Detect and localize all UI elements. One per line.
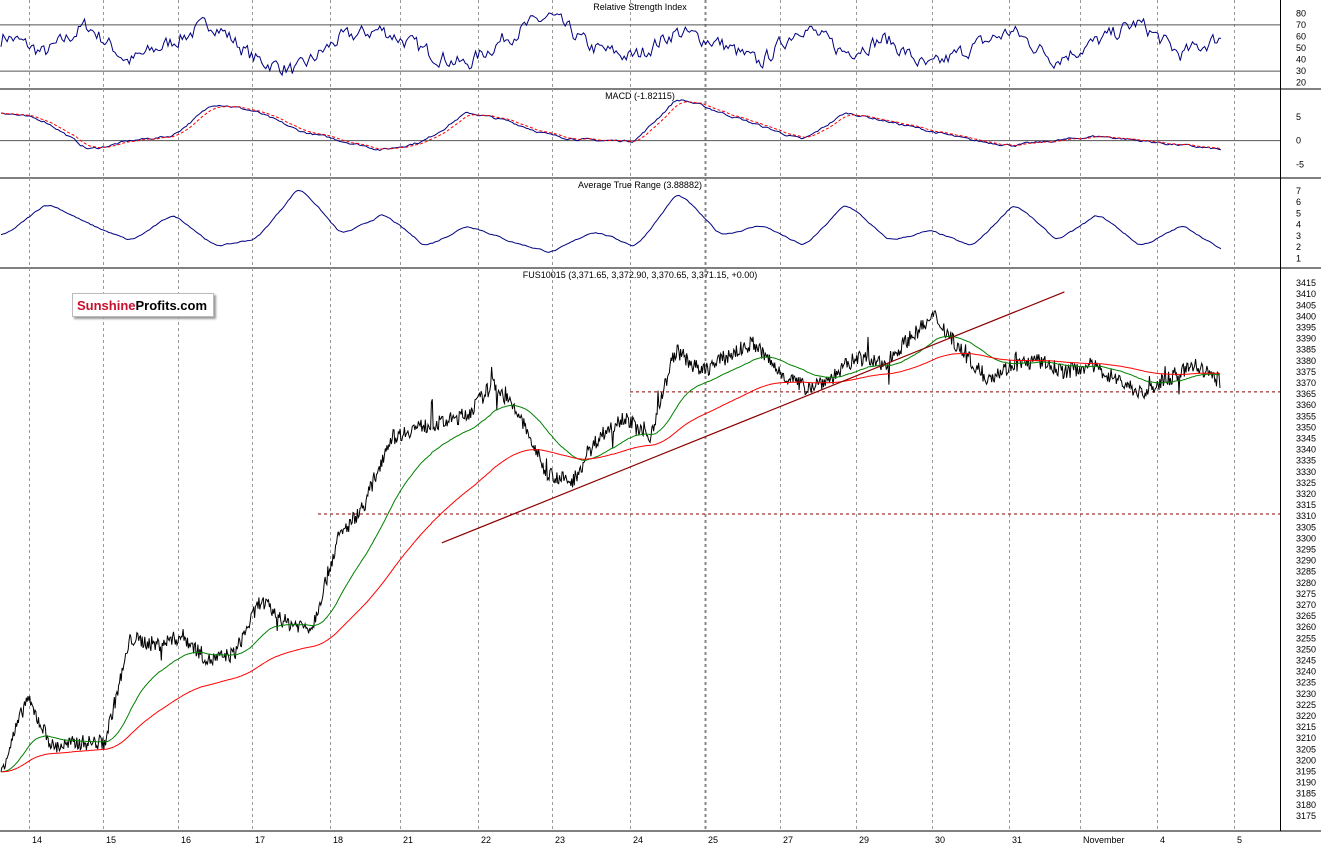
y-tick-label: 3345 — [1296, 434, 1316, 444]
y-tick-label: 50 — [1296, 43, 1306, 53]
y-tick-label: 3240 — [1296, 667, 1316, 677]
x-tick-label: November — [1083, 835, 1125, 844]
y-tick-label: 3305 — [1296, 522, 1316, 532]
y-tick-label: 3265 — [1296, 611, 1316, 621]
y-tick-label: 80 — [1296, 8, 1306, 18]
atr-line — [0, 189, 1222, 253]
y-tick-label: 3380 — [1296, 356, 1316, 366]
y-tick-label: 3260 — [1296, 622, 1316, 632]
y-tick-label: 3350 — [1296, 422, 1316, 432]
x-tick-label: 15 — [106, 835, 116, 844]
price-line — [0, 309, 1221, 772]
y-tick-label: 3 — [1296, 231, 1301, 241]
macd-line — [0, 99, 1222, 151]
y-tick-label: 1 — [1296, 253, 1301, 263]
y-tick-label: 3180 — [1296, 800, 1316, 810]
y-tick-label: 60 — [1296, 31, 1306, 41]
y-tick-label: -5 — [1296, 159, 1304, 169]
y-tick-label: 3340 — [1296, 445, 1316, 455]
y-tick-label: 3200 — [1296, 755, 1316, 765]
y-tick-label: 3275 — [1296, 589, 1316, 599]
y-tick-label: 20 — [1296, 78, 1306, 88]
x-tick-label: 27 — [783, 835, 793, 844]
x-tick-label: 23 — [555, 835, 565, 844]
y-tick-label: 3235 — [1296, 678, 1316, 688]
y-tick-label: 3310 — [1296, 511, 1316, 521]
y-tick-label: 3395 — [1296, 323, 1316, 333]
y-tick-label: 3250 — [1296, 644, 1316, 654]
y-tick-label: 3400 — [1296, 311, 1316, 321]
y-tick-label: 0 — [1296, 136, 1301, 146]
y-tick-label: 40 — [1296, 55, 1306, 65]
x-tick-label: 4 — [1160, 835, 1165, 844]
y-tick-label: 3390 — [1296, 334, 1316, 344]
y-tick-label: 3215 — [1296, 722, 1316, 732]
chart-canvas: Relative Strength Index20304050607080MAC… — [0, 0, 1321, 844]
indicator-title: Relative Strength Index — [593, 2, 687, 12]
y-tick-label: 70 — [1296, 20, 1306, 30]
y-tick-label: 3355 — [1296, 411, 1316, 421]
y-tick-label: 3185 — [1296, 789, 1316, 799]
x-tick-label: 18 — [333, 835, 343, 844]
x-tick-label: 17 — [255, 835, 265, 844]
rsi-line — [0, 12, 1221, 77]
y-tick-label: 3190 — [1296, 778, 1316, 788]
ema-fast-line — [0, 335, 1221, 773]
y-tick-label: 7 — [1296, 186, 1301, 196]
x-tick-label: 22 — [481, 835, 491, 844]
y-tick-label: 5 — [1296, 208, 1301, 218]
x-tick-label: 21 — [403, 835, 413, 844]
ema-slow-line — [1, 352, 1221, 773]
x-tick-label: 29 — [859, 835, 869, 844]
y-tick-label: 3205 — [1296, 744, 1316, 754]
y-tick-label: 3315 — [1296, 500, 1316, 510]
y-tick-label: 3230 — [1296, 689, 1316, 699]
x-tick-label: 31 — [1012, 835, 1022, 844]
y-tick-label: 3415 — [1296, 278, 1316, 288]
y-tick-label: 3220 — [1296, 711, 1316, 721]
y-tick-label: 3295 — [1296, 545, 1316, 555]
y-tick-label: 3280 — [1296, 578, 1316, 588]
y-tick-label: 3290 — [1296, 556, 1316, 566]
x-tick-label: 16 — [181, 835, 191, 844]
y-tick-label: 3255 — [1296, 633, 1316, 643]
y-tick-label: 3365 — [1296, 389, 1316, 399]
y-tick-label: 3405 — [1296, 300, 1316, 310]
price-chart-title: FUS10015 (3,371.65, 3,372.90, 3,370.65, … — [523, 270, 757, 280]
y-tick-label: 3325 — [1296, 478, 1316, 488]
x-tick-label: 25 — [708, 835, 718, 844]
y-tick-label: 3375 — [1296, 367, 1316, 377]
y-tick-label: 3210 — [1296, 733, 1316, 743]
y-tick-label: 6 — [1296, 197, 1301, 207]
y-tick-label: 3335 — [1296, 456, 1316, 466]
logo-part-1: Sunshine — [77, 297, 136, 313]
y-tick-label: 3225 — [1296, 700, 1316, 710]
y-tick-label: 3285 — [1296, 567, 1316, 577]
y-tick-label: 3300 — [1296, 533, 1316, 543]
x-tick-label: 5 — [1237, 835, 1242, 844]
y-tick-label: 3330 — [1296, 467, 1316, 477]
y-tick-label: 4 — [1296, 220, 1301, 230]
y-tick-label: 3175 — [1296, 811, 1316, 821]
x-tick-label: 14 — [32, 835, 42, 844]
y-tick-label: 3195 — [1296, 767, 1316, 777]
y-tick-label: 3385 — [1296, 345, 1316, 355]
y-tick-label: 3270 — [1296, 600, 1316, 610]
x-tick-label: 24 — [633, 835, 643, 844]
y-tick-label: 3360 — [1296, 400, 1316, 410]
sunshine-profits-logo: Sunshine Profits.com — [72, 293, 215, 317]
x-tick-label: 30 — [935, 835, 945, 844]
y-tick-label: 2 — [1296, 242, 1301, 252]
y-tick-label: 30 — [1296, 66, 1306, 76]
indicator-title: Average True Range (3.88882) — [578, 180, 702, 190]
indicator-title: MACD (-1.82115) — [605, 91, 675, 101]
y-tick-label: 3245 — [1296, 656, 1316, 666]
y-tick-label: 3320 — [1296, 489, 1316, 499]
y-tick-label: 5 — [1296, 112, 1301, 122]
logo-part-2: Profits.com — [135, 297, 208, 313]
y-tick-label: 3410 — [1296, 289, 1316, 299]
y-tick-label: 3370 — [1296, 378, 1316, 388]
